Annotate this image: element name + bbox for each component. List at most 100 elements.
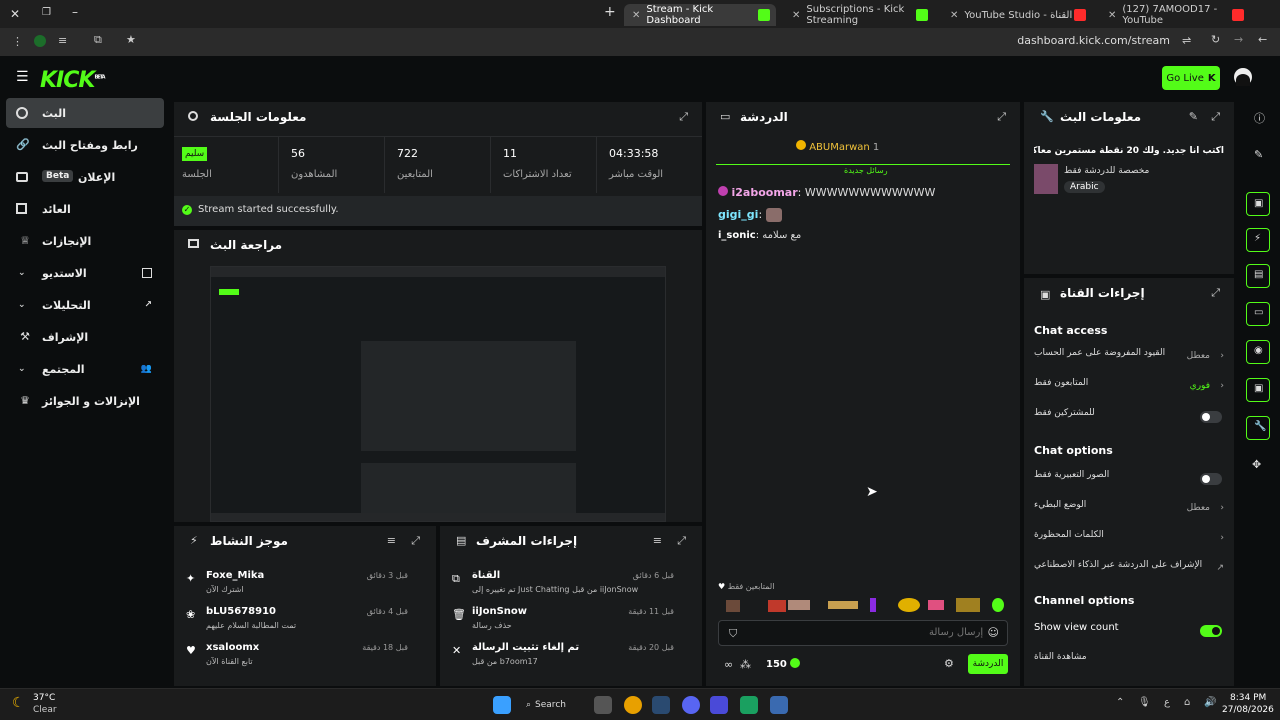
expand-icon[interactable]: ⤢ xyxy=(997,110,1006,124)
sidebar-item-studio[interactable]: ⌄ الاستديو xyxy=(6,258,164,288)
tab-kick-dashboard[interactable]: ✕ Stream - Kick Dashboard xyxy=(624,4,776,26)
sidebar-item-stream[interactable]: البث xyxy=(6,98,164,128)
sidebar-item-achievements[interactable]: ♕ الإنجازات xyxy=(6,226,164,256)
category-name[interactable]: مخصصة للدردشة فقط xyxy=(1064,166,1149,176)
filter-icon[interactable]: ≡ xyxy=(653,534,662,547)
session-info-panel: معلومات الجلسة ⤢ سليم الجلسة 56 المشاهدو… xyxy=(174,102,702,226)
setting-slow-mode[interactable]: الوضع البطيء معطل › xyxy=(1034,500,1224,520)
setting-show-view-count[interactable]: Show view count xyxy=(1034,622,1224,642)
sidebar-item-ads[interactable]: الإعلان Beta xyxy=(6,162,164,192)
clock-date[interactable]: 27/08/2026 xyxy=(1222,705,1274,715)
sidebar-item-drops[interactable]: ♛ الإنزالات و الجوائز xyxy=(6,386,164,416)
show-view-count-toggle[interactable] xyxy=(1200,625,1222,637)
reload-icon[interactable]: ↻ xyxy=(1211,33,1220,46)
rail-session-button[interactable]: ◉ xyxy=(1246,340,1270,364)
chrome-icon[interactable] xyxy=(624,696,642,714)
app-icon[interactable] xyxy=(770,696,788,714)
network-icon[interactable]: ⌂ xyxy=(1184,697,1190,708)
rail-lightning-button[interactable]: ⚡ xyxy=(1246,228,1270,252)
clock-time[interactable]: 8:34 PM xyxy=(1230,693,1266,703)
emotes-only-toggle[interactable] xyxy=(1200,473,1222,485)
tab-youtube[interactable]: ✕ (127) 7AMOOD17 - YouTube xyxy=(1100,4,1250,26)
emote-bar[interactable] xyxy=(718,596,1008,616)
sidebar-item-stream-key[interactable]: 🔗 رابط ومفتاح البث xyxy=(6,130,164,160)
new-tab-icon[interactable]: + xyxy=(604,4,616,20)
setting-ai-moderation[interactable]: الإشراف على الدردشة عبر الذكاء الاصطناعي… xyxy=(1034,560,1224,580)
expand-icon[interactable]: ⤢ xyxy=(679,110,688,124)
menu-dots-icon[interactable]: ⋮ xyxy=(12,35,23,48)
setting-banned-words[interactable]: الكلمات المحظورة › xyxy=(1034,530,1224,550)
close-tab-icon[interactable]: ✕ xyxy=(1108,10,1116,21)
close-tab-icon[interactable]: ✕ xyxy=(792,10,800,21)
site-settings-icon[interactable]: ⇌ xyxy=(1182,34,1191,47)
edit-pencil-icon[interactable]: ✎ xyxy=(1189,110,1198,123)
watch-channel-link[interactable]: مشاهدة القناة xyxy=(1034,652,1224,672)
add-widget-icon[interactable]: ✥ xyxy=(1252,458,1261,471)
expand-icon[interactable]: ⤢ xyxy=(1211,286,1220,300)
sidebar-item-moderation[interactable]: ⚒ الإشراف xyxy=(6,322,164,352)
bookmark-star-icon[interactable]: ★ xyxy=(126,33,136,46)
tab-youtube-studio[interactable]: ✕ YouTube Studio - محتوى القناة xyxy=(942,4,1092,26)
extensions-icon[interactable]: ⧉ xyxy=(94,33,102,47)
users-icon[interactable]: ⁂ xyxy=(740,658,751,671)
home-icon[interactable] xyxy=(594,696,612,714)
setting-followers-only[interactable]: المتابعون فقط فوري › xyxy=(1034,378,1224,398)
sidebar-item-revenue[interactable]: العائد xyxy=(6,194,164,224)
expand-icon[interactable]: ⤢ xyxy=(411,534,420,548)
rail-channel-button[interactable]: ▣ xyxy=(1246,378,1270,402)
send-chat-button[interactable]: الدردشة xyxy=(968,654,1008,674)
list-item: ❀ bLU5678910 تمت المطالبة السلام عليهم ق… xyxy=(186,606,408,630)
pinned-user[interactable]: ABUMarwan 1 xyxy=(796,140,879,153)
setting-subscribers-only[interactable]: للمشتركين فقط xyxy=(1034,408,1224,428)
close-tab-icon[interactable]: ✕ xyxy=(950,10,958,21)
language-icon[interactable]: ع xyxy=(1164,697,1170,708)
kick-app-icon[interactable] xyxy=(740,696,758,714)
forward-icon[interactable]: → xyxy=(1234,33,1243,46)
kick-logo[interactable]: KICKBETA xyxy=(40,68,106,93)
taskbar-search[interactable]: ⌕ Search xyxy=(526,695,578,715)
steam-icon[interactable] xyxy=(652,696,670,714)
profile-icon[interactable] xyxy=(34,35,46,47)
edit-icon[interactable]: ✎ xyxy=(1254,148,1263,161)
url-text[interactable]: dashboard.kick.com/stream xyxy=(1017,34,1170,47)
microphone-icon[interactable]: 🎙 xyxy=(1138,697,1151,708)
setting-account-age[interactable]: القيود المفروضة على عمر الحساب معطل › xyxy=(1034,348,1224,368)
windows-start-icon[interactable] xyxy=(493,696,511,714)
close-window-icon[interactable]: ✕ xyxy=(10,7,20,21)
close-tab-icon[interactable]: ✕ xyxy=(632,10,640,21)
tray-chevron-icon[interactable]: ⌃ xyxy=(1116,697,1124,708)
stream-video[interactable] xyxy=(210,266,666,522)
back-icon[interactable]: ← xyxy=(1258,33,1267,46)
youtube-favicon-icon xyxy=(1074,9,1086,21)
setting-emotes-only[interactable]: الصور التعبيرية فقط xyxy=(1034,470,1224,490)
filter-icon[interactable]: ≡ xyxy=(387,534,396,547)
infinity-icon[interactable]: ∞ xyxy=(724,658,733,671)
volume-icon[interactable]: 🔊 xyxy=(1204,697,1216,708)
go-live-button[interactable]: Go Live K xyxy=(1162,66,1220,90)
sidebar-item-analytics[interactable]: ⌄ التحليلات ↗ xyxy=(6,290,164,320)
restore-window-icon[interactable]: ❐ xyxy=(42,7,51,18)
sidebar-item-community[interactable]: ⌄ المجتمع 👥 xyxy=(6,354,164,384)
chat-input[interactable]: ⛉ إرسال رسالة ☺ xyxy=(718,620,1008,646)
discord-icon[interactable] xyxy=(682,696,700,714)
rail-wrench-button[interactable]: 🔧 xyxy=(1246,416,1270,440)
hamburger-menu-icon[interactable]: ☰ xyxy=(16,69,29,85)
dd-app-icon[interactable] xyxy=(710,696,728,714)
rail-chat-button[interactable]: ▭ xyxy=(1246,302,1270,326)
tab-subscriptions[interactable]: ✕ Subscriptions - Kick Streaming xyxy=(784,4,934,26)
minimize-window-icon[interactable]: – xyxy=(72,5,78,19)
stream-info-panel: 🔧 معلومات البث ✎ ⤢ اكتب انا جديد. ولك 20… xyxy=(1024,102,1234,274)
avatar[interactable] xyxy=(1234,68,1252,86)
wrench-icon: 🔧 xyxy=(1040,110,1054,123)
tune-icon[interactable]: ≡ xyxy=(58,34,67,47)
rail-video-button[interactable]: ▣ xyxy=(1246,192,1270,216)
emoji-icon[interactable]: ☺ xyxy=(988,626,999,639)
settings-gear-icon[interactable]: ⚙ xyxy=(944,657,954,670)
rail-document-button[interactable]: ▤ xyxy=(1246,264,1270,288)
heart-icon: ♥ xyxy=(718,582,726,591)
info-icon[interactable]: ⓘ xyxy=(1254,110,1265,126)
expand-icon[interactable]: ⤢ xyxy=(1211,110,1220,124)
subscribers-only-toggle[interactable] xyxy=(1200,411,1222,423)
expand-icon[interactable]: ⤢ xyxy=(677,534,686,548)
chat-message: gigi_gi: xyxy=(718,208,782,222)
